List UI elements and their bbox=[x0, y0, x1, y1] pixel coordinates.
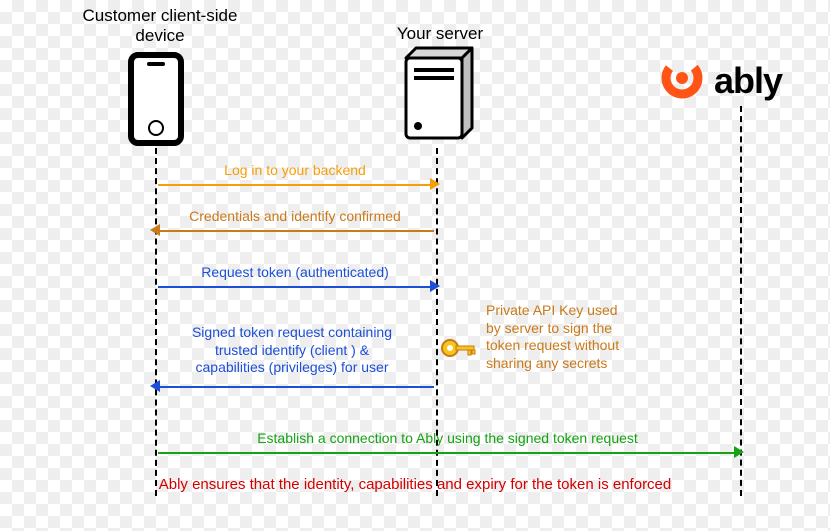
private-key-note: Private API Key used by server to sign t… bbox=[486, 302, 626, 372]
ably-lifeline bbox=[740, 106, 742, 496]
server-title: Your server bbox=[360, 24, 520, 44]
msg-request-token: Request token (authenticated) bbox=[160, 264, 430, 282]
arrow-credentials bbox=[158, 230, 434, 232]
arrow-login-head bbox=[430, 178, 440, 190]
arrow-signed-token bbox=[158, 386, 434, 388]
arrow-request-token-head bbox=[430, 280, 440, 292]
arrow-establish-head bbox=[734, 446, 744, 458]
footer-note: Ably ensures that the identity, capabili… bbox=[0, 476, 830, 493]
arrow-signed-token-head bbox=[150, 380, 160, 392]
msg-establish: Establish a connection to Ably using the… bbox=[160, 430, 735, 448]
ably-wordmark: ably bbox=[714, 60, 782, 102]
client-lifeline bbox=[155, 148, 157, 496]
sequence-diagram: Customer client-side device Your server … bbox=[0, 0, 830, 531]
arrow-request-token bbox=[158, 286, 432, 288]
ably-logo: ably bbox=[660, 56, 782, 105]
arrow-login bbox=[158, 184, 432, 186]
ably-logo-icon bbox=[660, 56, 704, 105]
client-title: Customer client-side device bbox=[65, 6, 255, 47]
msg-login: Log in to your backend bbox=[160, 162, 430, 180]
key-icon bbox=[440, 336, 476, 365]
arrow-establish bbox=[158, 452, 736, 454]
phone-icon bbox=[128, 52, 184, 146]
msg-signed-token: Signed token request containing trusted … bbox=[150, 324, 434, 377]
msg-credentials: Credentials and identify confirmed bbox=[160, 208, 430, 226]
arrow-credentials-head bbox=[150, 224, 160, 236]
server-icon bbox=[400, 46, 474, 151]
